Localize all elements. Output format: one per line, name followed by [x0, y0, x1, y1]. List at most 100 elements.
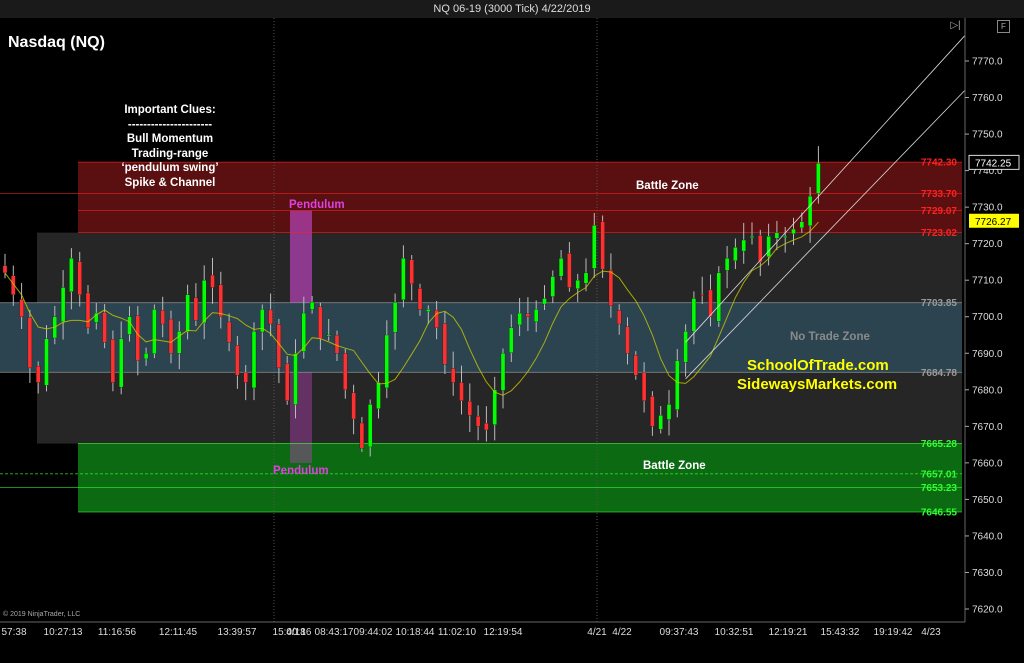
- play-end-icon[interactable]: ▷|: [950, 20, 961, 31]
- candle-body: [625, 326, 630, 354]
- y-tick-label: 7630.0: [972, 568, 1003, 579]
- candle-body: [459, 382, 464, 401]
- candle-body: [185, 294, 190, 333]
- candle-body: [534, 309, 539, 322]
- y-axis: 7620.0 7630.0 7640.0 7650.0 7660.0 7670.0 7680…: [964, 18, 1024, 622]
- price-level-label: 7729.07: [921, 206, 958, 217]
- y-tick-label: 7760.0: [972, 93, 1003, 104]
- pendulum-bottom-label: Pendulum: [273, 465, 329, 477]
- y-tick-label: 7680.0: [972, 385, 1003, 396]
- candle-body: [193, 297, 199, 321]
- candle-body: [235, 345, 240, 376]
- candle-body: [708, 289, 713, 317]
- clue-line: ‘pendulum swing’: [121, 162, 219, 174]
- price-level-label: 7684.78: [921, 368, 958, 379]
- candle-body: [500, 353, 506, 391]
- x-tick-label: 19:19:42: [874, 627, 913, 638]
- y-tick-label: 7720.0: [972, 239, 1003, 250]
- candle-body: [766, 236, 771, 258]
- candle-body: [807, 196, 813, 226]
- candle-body: [326, 334, 331, 337]
- candle-body: [492, 389, 497, 425]
- candle-body: [633, 354, 638, 376]
- x-tick-label: 10:32:51: [715, 627, 754, 638]
- x-tick-label: 4/18: [286, 627, 306, 638]
- important-clues: Important Clues: ---------------------- …: [90, 103, 250, 190]
- candle-body: [542, 298, 547, 305]
- price-chart[interactable]: 7742.30 7733.70 7729.07 7723.02 7703.85 7684.…: [0, 0, 1024, 663]
- candle-body: [152, 309, 157, 354]
- battle-zone-lower: [78, 443, 962, 513]
- brand-schooloftrade: SchoolOfTrade.com: [747, 357, 889, 374]
- x-tick-label: 09:44:02: [354, 627, 393, 638]
- x-tick-label: 11:02:10: [438, 627, 477, 638]
- candle-body: [102, 312, 107, 343]
- y-tick-label: 7620.0: [972, 605, 1003, 616]
- candle-body: [135, 315, 140, 361]
- y-tick-label: 7750.0: [972, 130, 1003, 141]
- candle-body: [376, 382, 381, 409]
- candle-body: [309, 301, 315, 310]
- candle-body: [442, 323, 448, 365]
- clue-line: Important Clues:: [124, 104, 216, 116]
- pendulum-top-label: Pendulum: [289, 199, 345, 211]
- candle-body: [467, 401, 472, 416]
- x-tick-label: 09:37:43: [660, 627, 699, 638]
- battle-zone-bottom-label: Battle Zone: [643, 460, 706, 472]
- candle-body: [509, 327, 514, 353]
- candle-body: [683, 331, 688, 363]
- brand-sidewaysmarkets: SidewaysMarkets.com: [737, 376, 898, 393]
- candle-body: [691, 298, 697, 332]
- candle-body: [2, 265, 8, 274]
- candle-body: [600, 221, 605, 270]
- candle-body: [617, 310, 622, 325]
- candle-body: [268, 309, 273, 325]
- y-tick-label: 7700.0: [972, 312, 1003, 323]
- y-tick-label: 7670.0: [972, 422, 1003, 433]
- x-tick-label: 12:11:45: [159, 627, 198, 638]
- x-tick-label: 4/23: [921, 627, 941, 638]
- candle-body: [293, 353, 298, 405]
- candle-body: [27, 317, 33, 369]
- x-tick-label: 57:38: [1, 627, 26, 638]
- x-tick-label: 08:43:17: [315, 627, 354, 638]
- candle-body: [608, 269, 614, 306]
- price-level-label: 7733.70: [921, 189, 958, 200]
- x-tick-label: 10:27:13: [44, 627, 83, 638]
- x-axis: 57:38 10:27:13 11:16:56 12:11:45 13:39:57 15:…: [0, 621, 1024, 663]
- candle-body: [741, 239, 746, 252]
- candle-body: [525, 313, 531, 317]
- candle-body: [641, 372, 647, 401]
- candle-body: [251, 331, 257, 389]
- x-tick-label: 12:19:54: [484, 627, 523, 638]
- candle-body: [774, 232, 780, 239]
- y-tick-label: 7710.0: [972, 276, 1003, 287]
- candle-body: [409, 259, 414, 285]
- candle-body: [243, 372, 248, 383]
- price-level-label: 7653.23: [921, 483, 958, 494]
- candle-body: [226, 321, 232, 343]
- candle-body: [202, 280, 207, 324]
- candle-body: [666, 404, 672, 420]
- candle-body: [658, 415, 663, 430]
- f-button[interactable]: F: [997, 20, 1010, 33]
- price-level-label: 7657.01: [921, 469, 958, 480]
- y-tick-label: 7650.0: [972, 495, 1003, 506]
- clue-line: Spike & Channel: [124, 176, 216, 189]
- candle-body: [558, 258, 564, 277]
- x-tick-label: 11:16:56: [98, 627, 137, 638]
- candle-body: [783, 236, 788, 238]
- candle-body: [160, 310, 165, 325]
- candle-body: [351, 392, 356, 420]
- candle-body: [85, 292, 91, 328]
- candle-body: [724, 258, 730, 271]
- x-tick-label: 12:19:21: [769, 627, 808, 638]
- candle-body: [368, 404, 373, 448]
- candle-body: [517, 312, 522, 326]
- candle-body: [343, 353, 348, 390]
- battle-zone-top-label: Battle Zone: [636, 180, 699, 192]
- marker-price-label: 7726.27: [975, 217, 1012, 228]
- candle-body: [567, 253, 572, 288]
- x-tick-label: 13:39:57: [218, 627, 257, 638]
- candle-body: [127, 316, 132, 335]
